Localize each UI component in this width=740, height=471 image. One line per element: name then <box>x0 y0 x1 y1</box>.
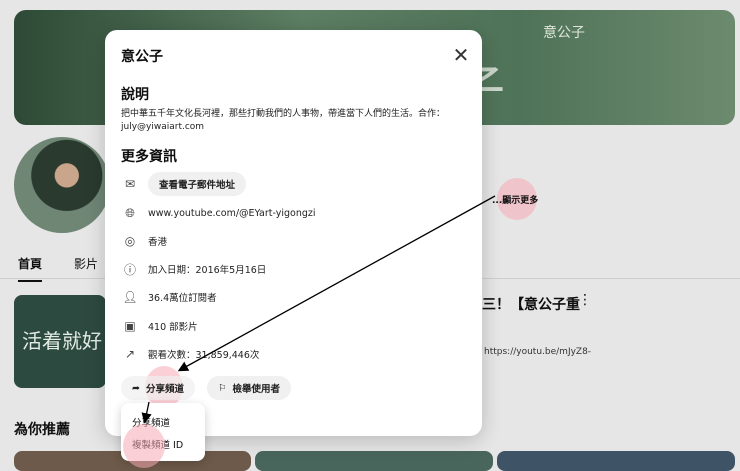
flag-icon: ⚐ <box>218 382 227 394</box>
location-icon: ◎ <box>124 234 136 248</box>
trending-icon: ↗ <box>124 347 136 361</box>
description-heading: 說明 <box>121 87 149 103</box>
share-icon: ➦ <box>132 382 140 394</box>
video-card[interactable] <box>497 451 735 471</box>
report-user-button[interactable]: ⚐ 檢舉使用者 <box>207 376 292 400</box>
featured-video-description: https://youtu.be/mJyZ8- <box>484 347 592 357</box>
featured-video-thumbnail[interactable]: 活着就好 <box>14 295 106 388</box>
share-channel-button[interactable]: ➦ 分享頻道 <box>121 376 195 400</box>
video-count: 410 部影片 <box>148 322 198 333</box>
channel-avatar[interactable] <box>14 137 110 233</box>
recommended-heading: 為你推薦 <box>14 422 70 438</box>
show-more-link[interactable]: ...顯示更多 <box>492 193 538 206</box>
joined-date: 加入日期：2016年5月16日 <box>148 265 267 276</box>
share-label: 分享頻道 <box>145 384 184 395</box>
subscribers-icon: 👤︎ <box>122 290 138 304</box>
mail-icon: ✉ <box>124 177 136 191</box>
channel-location: 香港 <box>148 237 168 248</box>
channel-url[interactable]: www.youtube.com/@EYart-yigongzi <box>148 208 316 219</box>
report-label: 檢舉使用者 <box>232 384 281 395</box>
more-info-heading: 更多資訊 <box>121 149 177 165</box>
video-card[interactable] <box>255 451 493 471</box>
view-count: 觀看次數：31,859,446次 <box>148 350 260 361</box>
dialog-title: 意公子 <box>121 49 163 65</box>
close-icon[interactable]: ✕ <box>451 45 471 65</box>
thumb-text: 活着就好 <box>22 329 102 353</box>
view-email-button[interactable]: 查看電子郵件地址 <box>148 172 247 196</box>
channel-about-dialog: 意公子 ✕ 說明 把中華五千年文化長河裡，那些打動我們的人事物，帶進當下人們的生… <box>105 30 482 436</box>
channel-description: 把中華五千年文化長河裡，那些打動我們的人事物，帶進當下人們的生活。合作：july… <box>121 109 446 132</box>
click-highlight <box>123 424 165 468</box>
video-icon: ▣ <box>124 319 136 333</box>
more-vert-icon[interactable]: ⋮ <box>578 292 592 308</box>
featured-video-title[interactable]: 三！【意公子重 <box>482 294 580 314</box>
banner-logo: 意公子 <box>543 25 585 41</box>
subscriber-count: 36.4萬位訂閱者 <box>148 293 217 304</box>
globe-icon: 🌐︎ <box>125 205 135 220</box>
info-icon: ⓘ <box>123 262 136 277</box>
